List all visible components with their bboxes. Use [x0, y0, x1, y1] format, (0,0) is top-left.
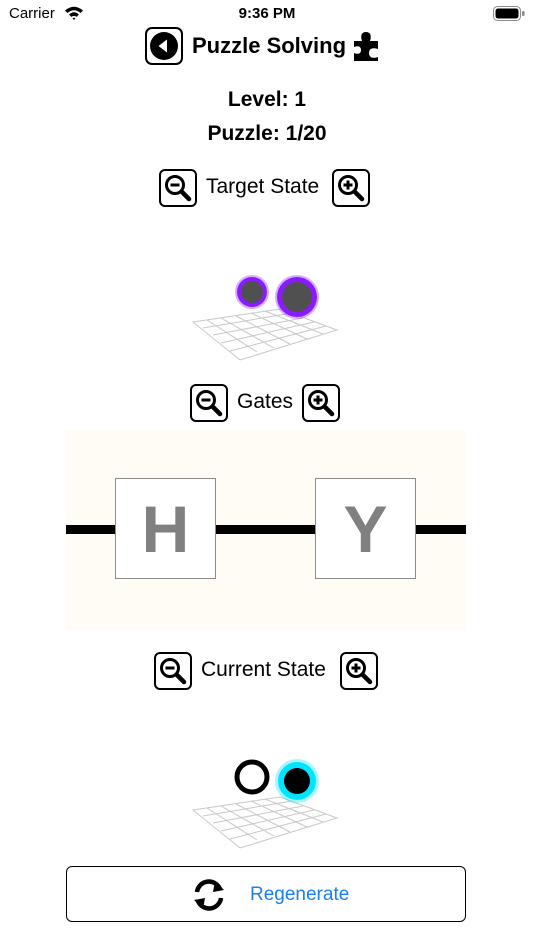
current-zoom-in-button[interactable]: [340, 652, 378, 690]
current-qubit-1: [234, 759, 270, 795]
gate-label: H: [141, 492, 190, 566]
title-bar: Puzzle Solving: [0, 26, 534, 66]
grid-floor: [191, 796, 339, 849]
regenerate-label: Regenerate: [250, 884, 350, 905]
current-zoom-out-button[interactable]: [154, 652, 192, 690]
zoom-out-icon: [196, 390, 223, 417]
page-title: Puzzle Solving: [192, 33, 347, 58]
status-bar: Carrier 9:36 PM: [0, 0, 534, 28]
refresh-icon: [194, 879, 224, 911]
puzzle-progress-label: Puzzle: 1/20: [207, 122, 327, 145]
target-zoom-out-button[interactable]: [159, 169, 197, 207]
gates-zoom-in-button[interactable]: [302, 384, 340, 422]
gates-zoom-out-button[interactable]: [190, 384, 228, 422]
zoom-in-icon: [338, 175, 365, 202]
back-arrow-icon: [150, 32, 178, 60]
back-button[interactable]: [145, 27, 183, 65]
target-qubit-1: [241, 281, 263, 303]
regenerate-button[interactable]: Regenerate: [66, 866, 466, 922]
clock-label: 9:36 PM: [238, 5, 296, 22]
puzzle-piece-icon: [354, 32, 378, 61]
current-state-label: Current State: [201, 658, 326, 681]
zoom-out-icon: [160, 658, 187, 685]
zoom-in-icon: [308, 390, 335, 417]
gate-h[interactable]: H: [115, 478, 216, 579]
level-label: Level: 1: [227, 88, 307, 111]
target-state-label: Target State: [206, 175, 320, 198]
gate-label: Y: [343, 492, 388, 566]
target-state-visualization: [191, 275, 339, 361]
zoom-out-icon: [165, 175, 192, 202]
gate-y[interactable]: Y: [315, 478, 416, 579]
grid-floor: [191, 308, 339, 361]
current-qubit-2: [284, 768, 310, 794]
target-zoom-in-button[interactable]: [332, 169, 370, 207]
battery-icon: [493, 6, 525, 21]
current-state-visualization: [191, 759, 339, 849]
target-qubit-2: [282, 282, 312, 312]
circuit-panel: H Y: [66, 430, 466, 630]
gates-label: Gates: [237, 390, 294, 413]
zoom-in-icon: [346, 658, 373, 685]
